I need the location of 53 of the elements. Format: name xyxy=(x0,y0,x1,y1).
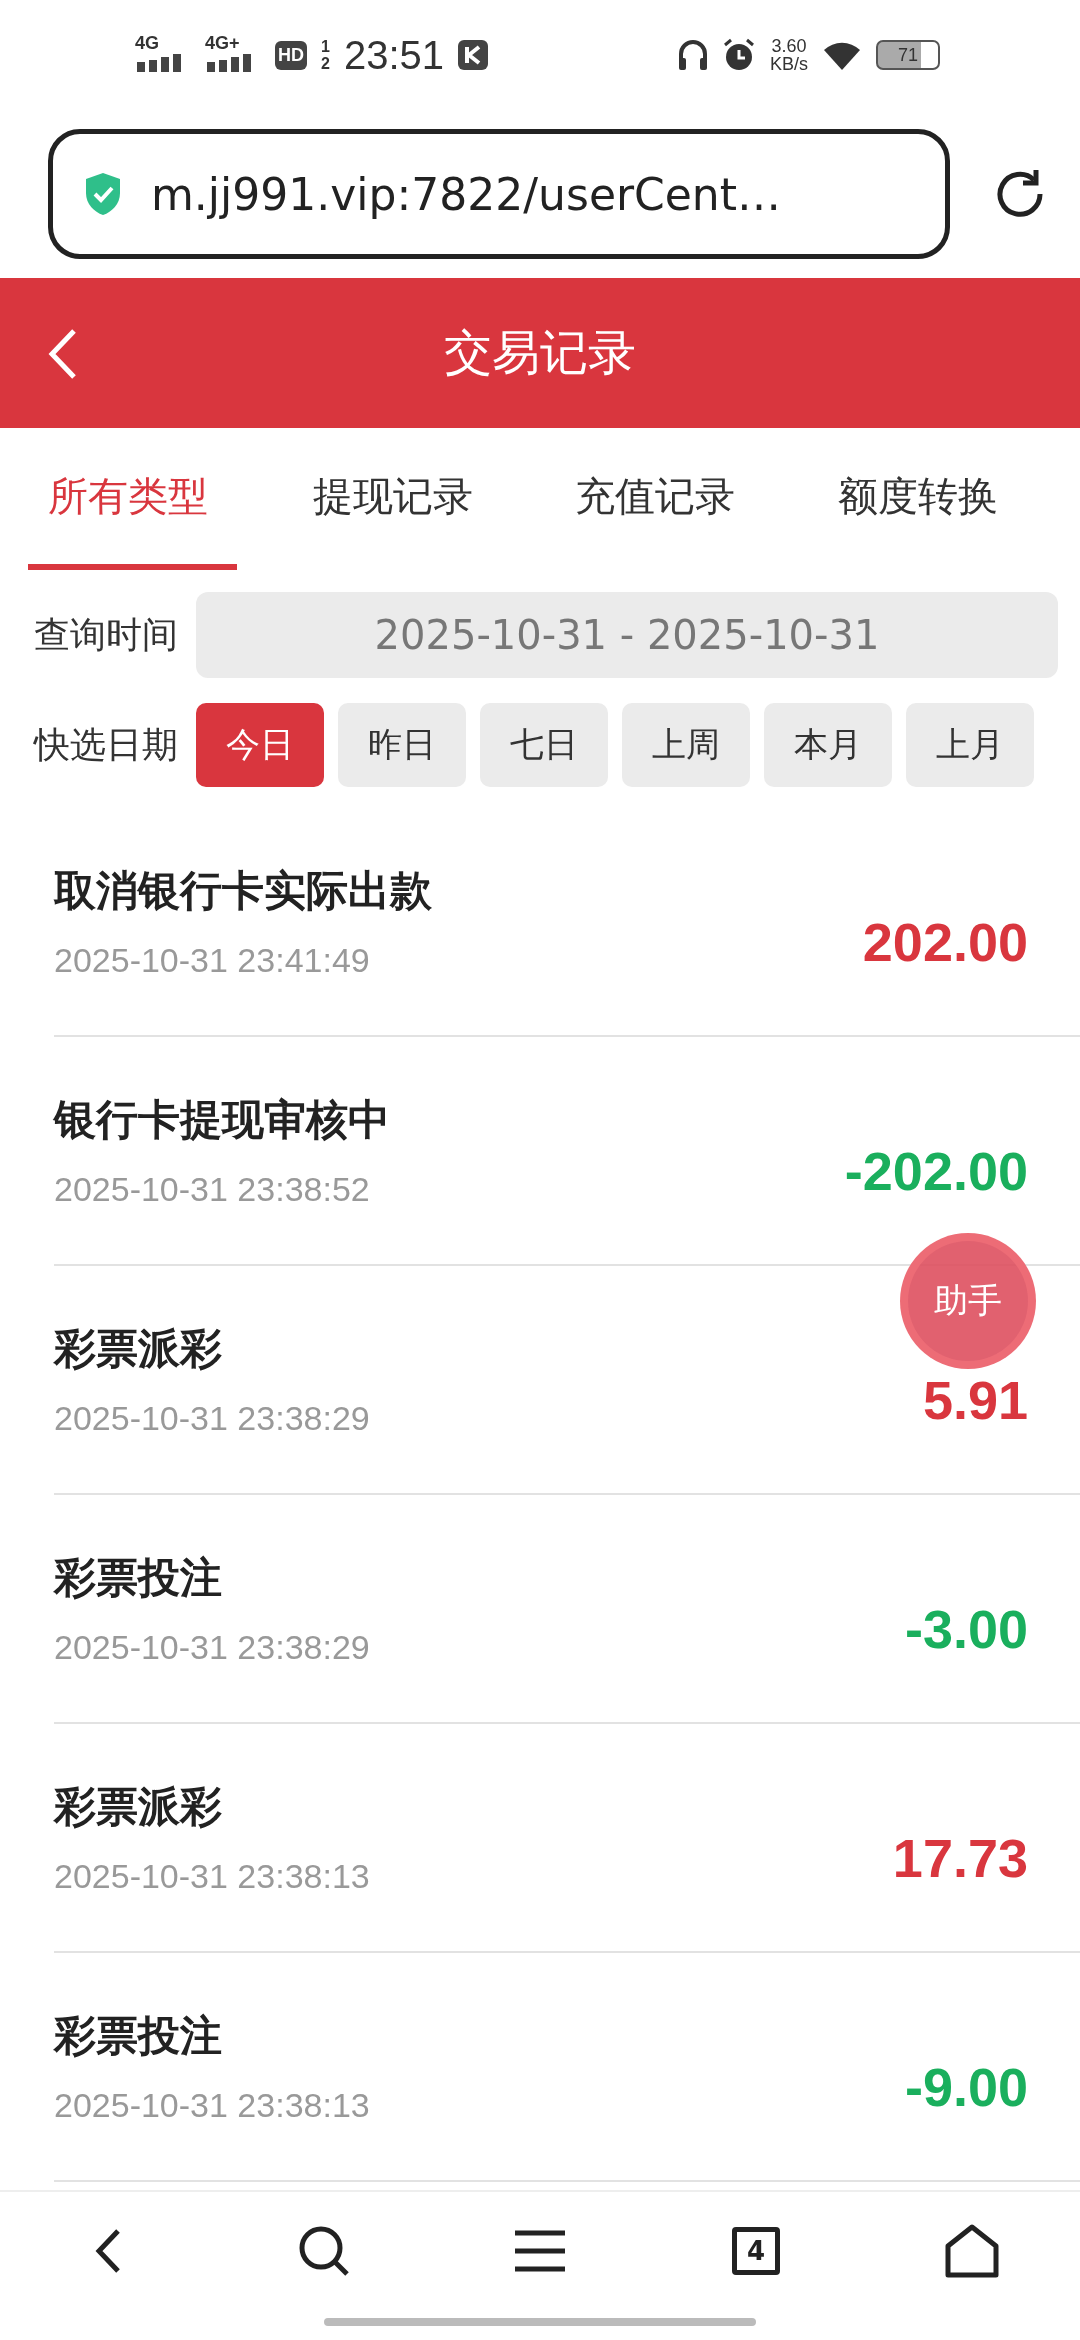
home-button[interactable] xyxy=(944,2224,1000,2278)
record-title: 取消银行卡实际出款 xyxy=(54,865,432,917)
sim-number: 1 xyxy=(321,38,330,55)
speed-unit: KB/s xyxy=(770,55,808,73)
query-label: 查询时间 xyxy=(34,612,178,657)
battery-icon: 71 xyxy=(876,40,940,70)
record-amount: -3.00 xyxy=(904,1597,1028,1660)
headphones-icon xyxy=(678,38,708,72)
record-title: 彩票派彩 xyxy=(54,1781,223,1833)
record-time: 2025-10-31 23:38:52 xyxy=(54,1170,371,1209)
record-time: 2025-10-31 23:38:13 xyxy=(54,2086,370,2125)
record-amount: 5.91 xyxy=(922,1368,1028,1431)
url-field[interactable]: m.jj991.vip:7822/userCent… xyxy=(48,129,950,259)
date-chip[interactable]: 上月 xyxy=(906,703,1034,787)
network-label: 4G xyxy=(135,34,159,52)
menu-button[interactable] xyxy=(513,2229,567,2273)
record-title: 彩票派彩 xyxy=(54,1323,223,1375)
quick-date-label: 快选日期 xyxy=(34,722,178,767)
record-time: 2025-10-31 23:38:13 xyxy=(54,1857,370,1896)
record-title: 银行卡提现审核中 xyxy=(54,1094,390,1146)
network-label: 4G+ xyxy=(205,34,240,52)
network-speed: 3.60 xyxy=(771,37,807,55)
date-chip[interactable]: 七日 xyxy=(480,703,608,787)
record-time: 2025-10-31 23:38:29 xyxy=(54,1399,370,1438)
filter-tab[interactable]: 充值记录 xyxy=(555,428,818,570)
record-time: 2025-10-31 23:41:49 xyxy=(54,941,371,980)
date-range-field[interactable]: 2025-10-31 - 2025-10-31 xyxy=(196,592,1058,678)
record-amount: -202.00 xyxy=(844,1139,1028,1202)
record-time: 2025-10-31 23:38:29 xyxy=(54,1628,370,1667)
back-button[interactable] xyxy=(93,2227,123,2275)
filter-tab[interactable]: 所有类型 xyxy=(28,428,237,570)
clock: 23:51 xyxy=(343,32,444,78)
shield-icon xyxy=(83,171,123,217)
wifi-icon xyxy=(822,40,862,70)
date-chip[interactable]: 本月 xyxy=(764,703,892,787)
alarm-icon xyxy=(722,38,756,72)
hd-badge: HD xyxy=(275,40,307,70)
search-button[interactable] xyxy=(297,2224,351,2278)
record-amount: 202.00 xyxy=(862,910,1028,973)
date-chip[interactable]: 昨日 xyxy=(338,703,466,787)
page-title: 交易记录 xyxy=(444,323,636,382)
filter-tab[interactable]: 提现记录 xyxy=(292,428,556,570)
filter-tab[interactable]: 额度转换 xyxy=(817,428,1080,570)
back-icon[interactable] xyxy=(48,328,78,380)
record-title: 彩票投注 xyxy=(54,1552,223,1604)
date-chip[interactable]: 今日 xyxy=(196,703,324,787)
record-amount: -9.00 xyxy=(904,2055,1028,2118)
tabs-button[interactable]: 4 xyxy=(732,2227,780,2275)
record-title: 彩票投注 xyxy=(54,2010,223,2062)
app-icon xyxy=(458,40,488,70)
record-amount: 17.73 xyxy=(892,1826,1028,1889)
date-chip[interactable]: 上周 xyxy=(622,703,750,787)
sim-number: 2 xyxy=(321,55,330,72)
